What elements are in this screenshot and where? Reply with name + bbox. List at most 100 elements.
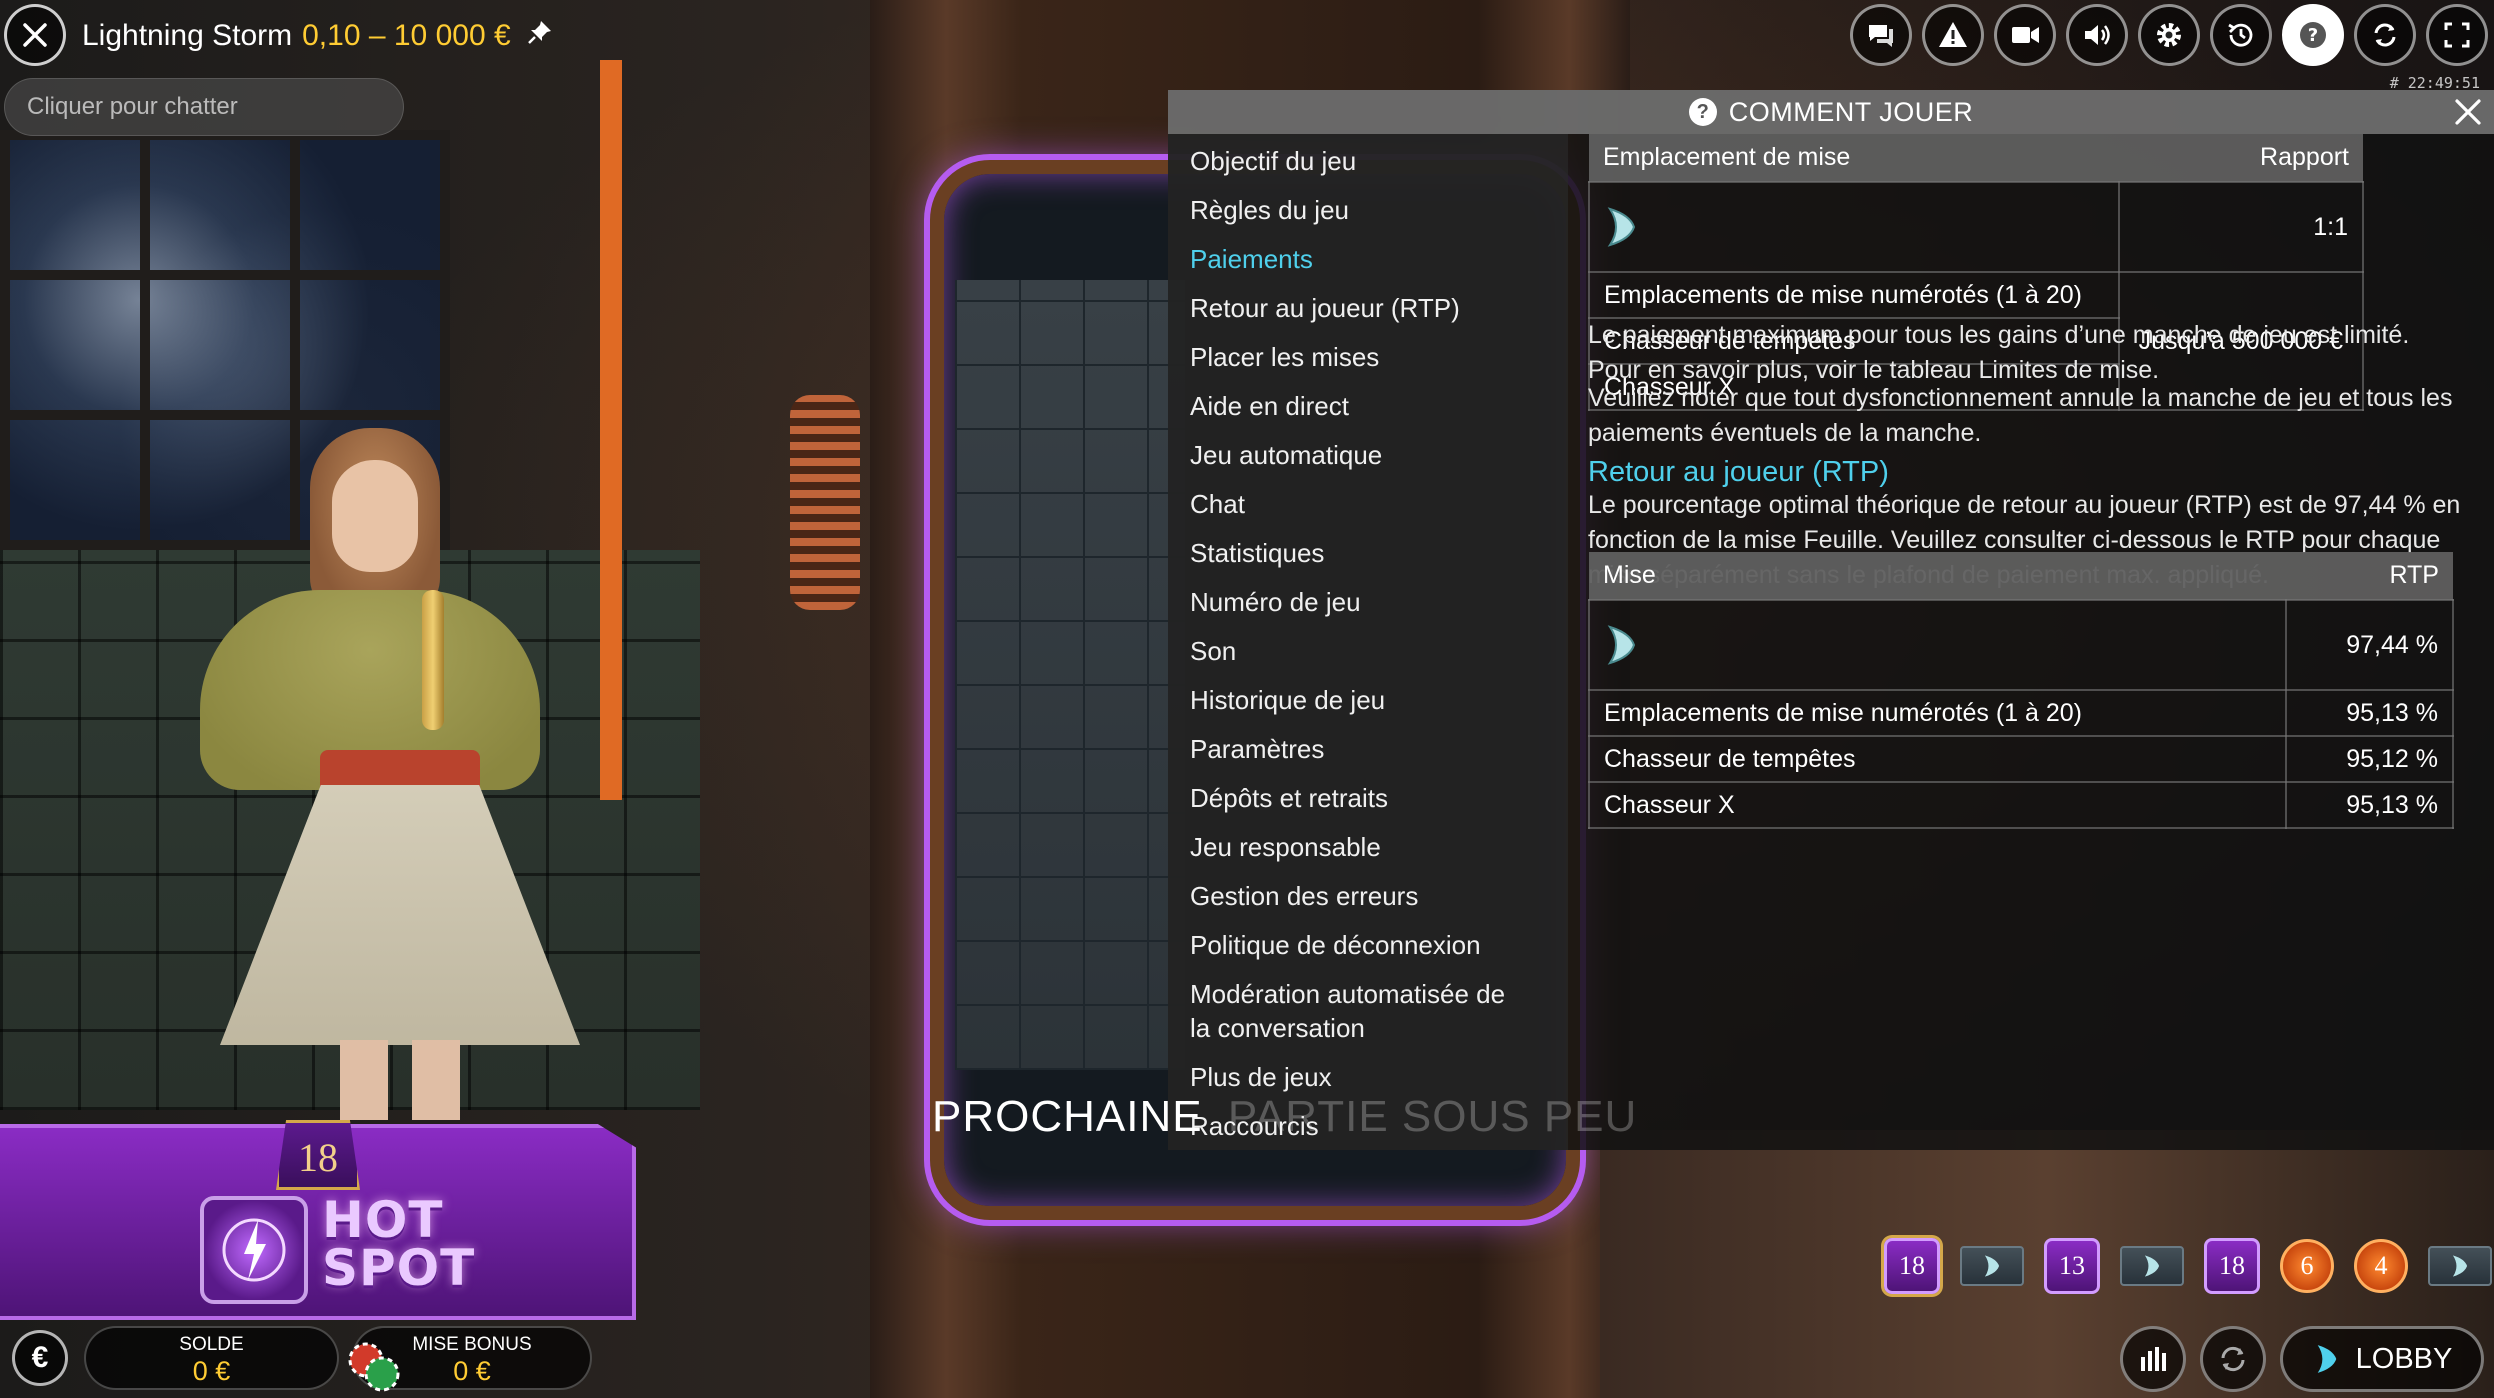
close-icon	[23, 23, 47, 47]
balance-value: 0 €	[192, 1356, 231, 1386]
statistics-button[interactable]	[2120, 1326, 2186, 1392]
svg-text:?: ?	[2308, 25, 2318, 46]
chips-icon	[348, 1342, 400, 1392]
top-toolbar: ?	[1850, 4, 2488, 66]
history-number-result: 13	[2044, 1238, 2100, 1294]
warning-icon	[1939, 22, 1967, 47]
gear-icon	[2157, 23, 2181, 47]
hotspot-line2: SPOT	[322, 1239, 476, 1297]
help-menu-item[interactable]: Paiements	[1168, 242, 1548, 276]
history-number-result: 18	[1884, 1238, 1940, 1294]
sound-button[interactable]	[2066, 4, 2128, 66]
currency-button[interactable]: €	[12, 1330, 68, 1386]
help-menu-item[interactable]: Paramètres	[1168, 732, 1548, 766]
close-icon[interactable]	[2452, 96, 2484, 128]
leaf-chevron-icon	[2144, 1255, 2160, 1277]
rtp-col-bet: Mise	[1589, 552, 2286, 600]
max-payout-paragraph: Le paiement maximum pour tous les gains …	[1588, 321, 2410, 384]
lightning-grid-board	[955, 280, 1185, 1070]
orange-cable	[600, 60, 680, 800]
repeat-icon	[2221, 1346, 2245, 1372]
repeat-bet-button[interactable]	[2200, 1326, 2266, 1392]
help-title: COMMENT JOUER	[1728, 96, 1974, 127]
help-menu-item[interactable]: Politique de déconnexion	[1168, 928, 1548, 962]
video-icon	[2012, 27, 2039, 43]
help-panel: ? COMMENT JOUER Objectif du jeu Règles du…	[1168, 90, 2494, 1150]
help-menu-item[interactable]: Jeu automatique	[1168, 438, 1548, 472]
history-leaf-result	[1960, 1246, 2024, 1286]
help-menu-item[interactable]: Règles du jeu	[1168, 193, 1548, 227]
help-menu-item[interactable]: Historique de jeu	[1168, 683, 1548, 717]
help-menu-item[interactable]: Retour au joueur (RTP)	[1168, 291, 1548, 325]
game-history-button[interactable]	[2210, 4, 2272, 66]
storm-chaser-label: Chasseur de tempêtes	[1588, 735, 2287, 783]
help-menu-item[interactable]: Jeu responsable	[1168, 830, 1548, 864]
sync-icon	[2374, 23, 2396, 47]
chat-icon	[1869, 25, 1893, 47]
settings-button[interactable]	[2138, 4, 2200, 66]
lightning-orb-icon	[200, 1196, 308, 1304]
close-game-button[interactable]	[4, 4, 66, 66]
next-game-text-faded: PARTIE SOUS PEU	[1227, 1092, 1638, 1141]
help-menu-item[interactable]: Son	[1168, 634, 1548, 668]
lobby-label: LOBBY	[2355, 1342, 2453, 1375]
chat-button[interactable]	[1850, 4, 1912, 66]
chat-input[interactable]: Cliquer pour chatter	[4, 78, 404, 136]
history-number-result: 18	[2204, 1238, 2260, 1294]
help-menu-item[interactable]: Aide en direct	[1168, 389, 1548, 423]
statistics-icon	[2141, 1347, 2166, 1371]
window-frame-bar	[140, 130, 150, 550]
leaf-chevron-icon	[1984, 1255, 2000, 1277]
rtp-section-title: Retour au joueur (RTP)	[1588, 456, 1889, 488]
history-leaf-result	[2120, 1246, 2184, 1286]
window-frame-bar	[0, 410, 450, 420]
history-number-result: 6	[2280, 1239, 2334, 1293]
microphone	[422, 590, 444, 730]
leaf-chevron-icon	[2317, 1345, 2336, 1373]
rtp-col-value: RTP	[2285, 552, 2453, 600]
history-icon	[2228, 23, 2253, 47]
hotspot-label: HOT SPOT	[322, 1195, 476, 1297]
malfunction-paragraph: Veuillez noter que tout dysfonctionnemen…	[1588, 384, 2453, 447]
help-menu-item[interactable]: Statistiques	[1168, 536, 1548, 570]
history-number-result: 4	[2354, 1239, 2408, 1293]
leaf-chevron-icon	[2452, 1255, 2468, 1277]
help-icon: ?	[1688, 98, 1717, 126]
leaf-chevron-icon	[1604, 205, 2104, 249]
leaf-rtp: 97,44 %	[2284, 599, 2455, 691]
help-menu-item[interactable]: Numéro de jeu	[1168, 585, 1548, 619]
payout-col-ratio: Rapport	[2118, 134, 2363, 182]
hotspot-number: 18	[276, 1120, 360, 1190]
results-history: 18 13 18 6 4	[1884, 1237, 2492, 1295]
sound-icon	[2085, 25, 2110, 45]
help-menu-item[interactable]: Plus de jeux	[1168, 1060, 1548, 1094]
report-button[interactable]	[1922, 4, 1984, 66]
video-button[interactable]	[1994, 4, 2056, 66]
sync-button[interactable]	[2354, 4, 2416, 66]
help-content: Emplacement de mise Rapport 1:1 Emplacem…	[1588, 134, 2478, 1150]
help-menu-item[interactable]: Dépôts et retraits	[1168, 781, 1548, 815]
help-button[interactable]: ?	[2282, 4, 2344, 66]
balance-label: SOLDE	[179, 1334, 244, 1355]
payout-col-bet: Emplacement de mise	[1589, 134, 2119, 182]
help-menu-item[interactable]: Chat	[1168, 487, 1548, 521]
help-menu-item[interactable]: Placer les mises	[1168, 340, 1548, 374]
x-chaser-rtp: 95,13 %	[2284, 781, 2455, 829]
storm-chaser-rtp: 95,12 %	[2284, 735, 2455, 783]
help-menu-item[interactable]: Objectif du jeu	[1168, 144, 1548, 178]
bet-limits: 0,10 – 10 000 €	[302, 19, 511, 52]
history-leaf-result	[2428, 1246, 2492, 1286]
rtp-table: Mise RTP 97,44 % Emplacements de mise nu…	[1588, 552, 2455, 829]
numbered-rtp: 95,13 %	[2284, 689, 2455, 737]
fullscreen-button[interactable]	[2426, 4, 2488, 66]
help-menu-item[interactable]: Modération automatisée de la conversatio…	[1168, 977, 1548, 1045]
bottom-right-controls: LOBBY	[2120, 1326, 2484, 1392]
pin-icon[interactable]	[527, 14, 553, 58]
copper-coil	[790, 395, 860, 610]
fullscreen-icon	[2444, 22, 2470, 48]
game-name: Lightning Storm	[82, 19, 293, 52]
window-frame-bar	[0, 270, 450, 280]
game-presenter	[180, 420, 580, 1120]
help-menu-item[interactable]: Gestion des erreurs	[1168, 879, 1548, 913]
lobby-button[interactable]: LOBBY	[2280, 1326, 2484, 1392]
